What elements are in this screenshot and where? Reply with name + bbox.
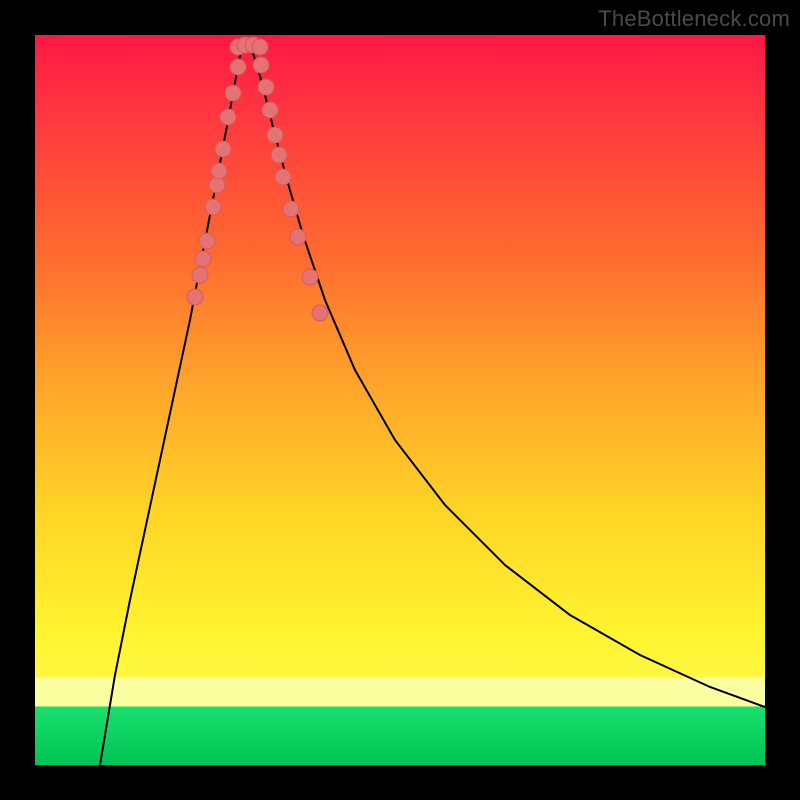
chart-overlay [35,35,765,765]
curve-right [250,45,765,707]
marker-dot [192,267,208,283]
marker-dot [195,251,211,267]
marker-dot [258,79,274,95]
marker-dot [275,169,291,185]
marker-dot [220,109,236,125]
marker-dot [312,305,328,321]
marker-dot [215,141,231,157]
marker-dot [271,147,287,163]
marker-group [187,37,328,321]
marker-dot [225,85,241,101]
marker-dot [199,233,215,249]
marker-dot [283,201,299,217]
marker-dot [253,57,269,73]
marker-dot [290,229,306,245]
marker-dot [205,199,221,215]
marker-dot [187,289,203,305]
watermark-text: TheBottleneck.com [598,6,790,32]
marker-dot [252,39,268,55]
chart-stage: TheBottleneck.com [0,0,800,800]
marker-dot [230,59,246,75]
marker-dot [262,102,278,118]
marker-dot [211,163,227,179]
marker-dot [267,127,283,143]
marker-dot [209,177,225,193]
marker-dot [302,269,318,285]
